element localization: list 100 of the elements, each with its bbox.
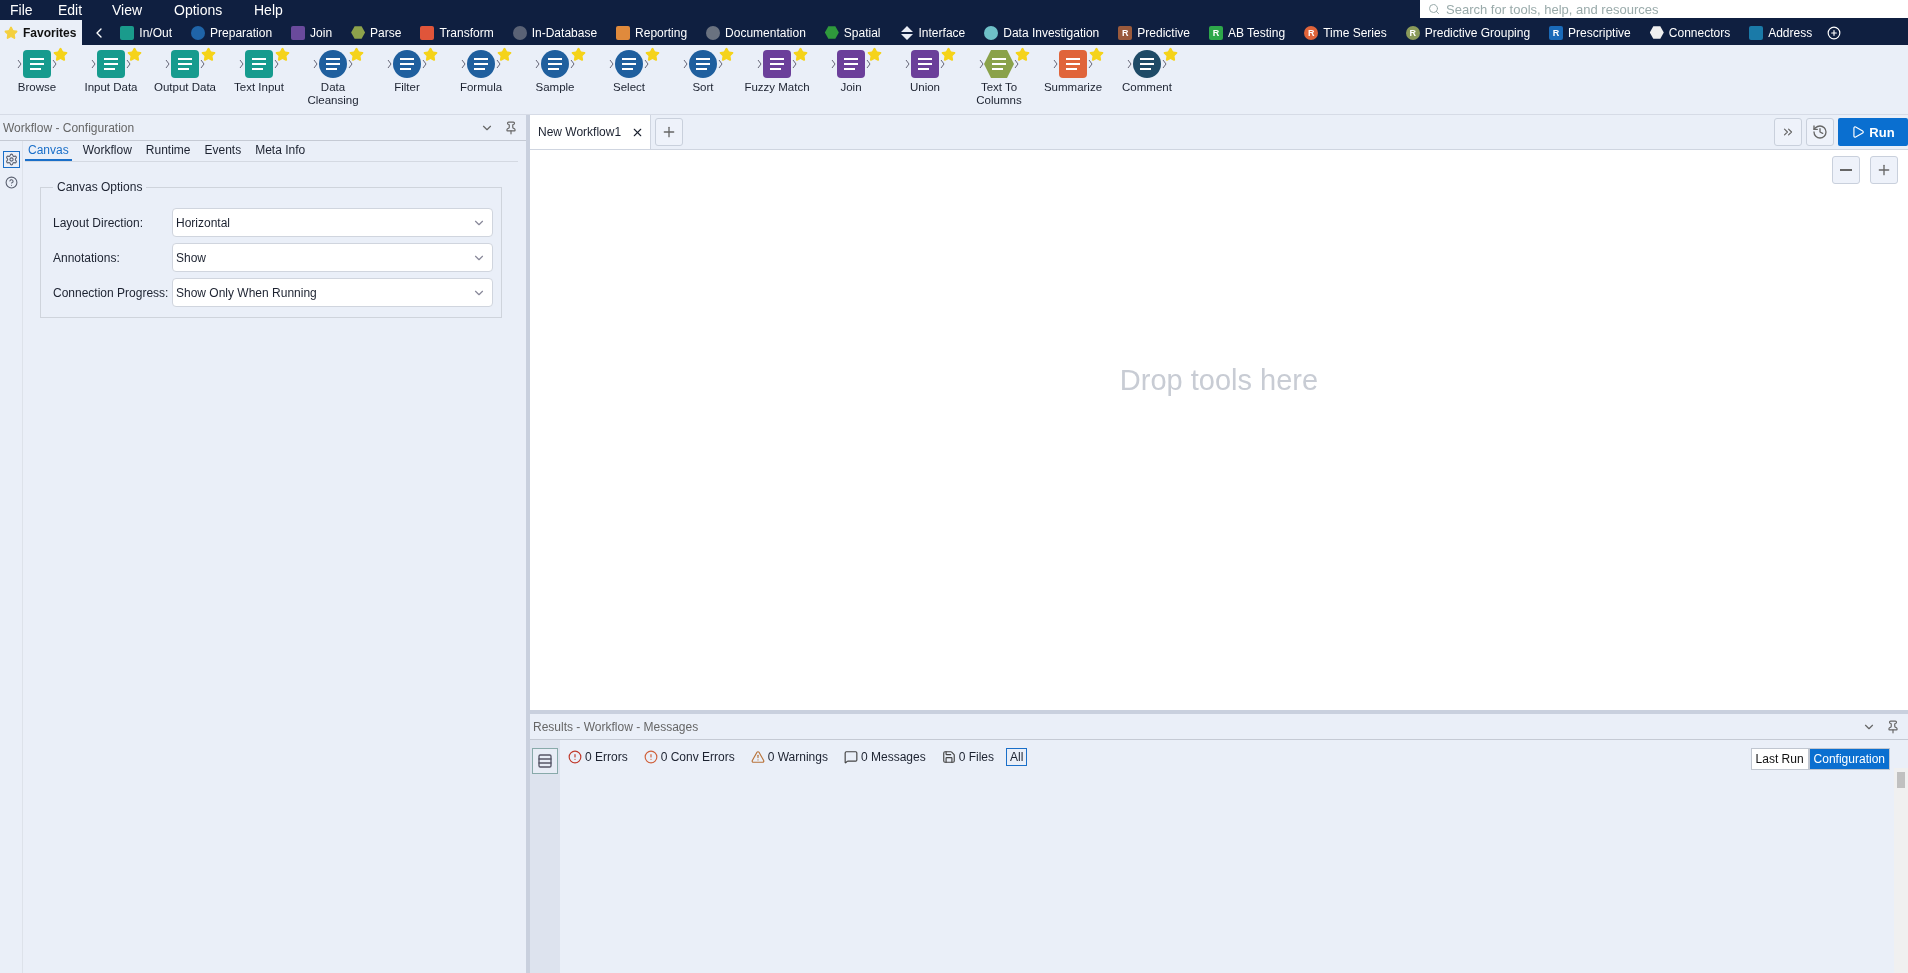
category-tab[interactable]: Favorites [0, 20, 83, 45]
expand-button[interactable] [1774, 118, 1802, 146]
star-icon[interactable] [1015, 47, 1030, 62]
view-toggle[interactable]: Configuration [1808, 748, 1890, 770]
message-filter[interactable]: 0 Errors [564, 748, 632, 766]
dropdown[interactable]: Show [172, 243, 493, 272]
star-icon[interactable] [497, 47, 512, 62]
settings-button[interactable] [2, 151, 20, 168]
tool-label: Input Data [83, 81, 139, 94]
category-tab[interactable]: Documentation [702, 20, 812, 45]
history-button[interactable] [1806, 118, 1834, 146]
badge-icon: R [1304, 25, 1319, 40]
menu-item[interactable]: Options [174, 2, 254, 18]
group-title: Canvas Options [56, 180, 144, 194]
star-icon[interactable] [275, 47, 290, 62]
config-tab[interactable]: Meta Info [252, 141, 309, 161]
workflow-tab[interactable]: New Workflow1 [530, 115, 652, 149]
save-icon [941, 750, 956, 764]
star-icon[interactable] [1163, 47, 1178, 62]
menu-item[interactable]: Edit [58, 2, 112, 18]
star-icon[interactable] [201, 47, 216, 62]
star-icon[interactable] [571, 47, 586, 62]
pin-icon[interactable] [504, 120, 518, 135]
message-filter[interactable]: 0 Conv Errors [639, 748, 739, 766]
config-tab[interactable]: Runtime [142, 141, 194, 161]
field-label: Annotations: [53, 250, 121, 265]
scrollbar[interactable] [1894, 768, 1908, 973]
history-icon [1812, 124, 1828, 140]
category-tab[interactable]: Data Investigation [980, 20, 1106, 45]
category-tab[interactable]: Transform [416, 20, 500, 45]
star-icon[interactable] [423, 47, 438, 62]
category-tab[interactable]: Spatial [820, 20, 887, 45]
star-icon [4, 25, 18, 40]
message-filter[interactable]: 0 Messages [839, 748, 930, 766]
category-tab[interactable]: R Prescriptive [1545, 20, 1637, 45]
config-tab[interactable]: Canvas [25, 141, 72, 161]
add-icon[interactable] [1827, 25, 1842, 40]
category-tab[interactable]: Parse [347, 20, 408, 45]
pin-icon[interactable] [1886, 719, 1900, 734]
category-tab[interactable]: Preparation [187, 20, 279, 45]
badge-icon: R [1549, 25, 1564, 40]
star-icon[interactable] [867, 47, 882, 62]
tool-label: Filter [393, 81, 421, 94]
menu-item[interactable]: Help [254, 2, 314, 18]
menu-item[interactable]: View [112, 2, 174, 18]
category-tab[interactable]: In-Database [508, 20, 604, 45]
config-tab[interactable]: Events [201, 141, 245, 161]
star-icon[interactable] [793, 47, 808, 62]
list-view-button[interactable] [532, 748, 558, 774]
star-icon[interactable] [1089, 47, 1104, 62]
tool-label: Summarize [1042, 81, 1104, 94]
warning-icon [750, 750, 765, 764]
new-tab-button[interactable] [655, 118, 684, 146]
tool-label: Sort [691, 81, 715, 94]
category-tab[interactable]: Address [1745, 20, 1819, 45]
tool-label: Union [908, 81, 942, 94]
category-tab[interactable]: R AB Testing [1205, 20, 1292, 45]
tool-label: Sample [534, 81, 576, 94]
tool-label: Join [839, 81, 863, 94]
zoom-in-button[interactable] [1870, 156, 1898, 184]
category-tab[interactable]: Join [287, 20, 339, 45]
category-tab[interactable]: R Predictive Grouping [1401, 20, 1537, 45]
badge-icon: R [1118, 25, 1133, 40]
star-icon[interactable] [645, 47, 660, 62]
minus-icon [1840, 169, 1852, 171]
star-icon[interactable] [719, 47, 734, 62]
message-filter[interactable]: 0 Files [937, 748, 998, 766]
search-placeholder: Search for tools, help, and resources [1446, 1, 1659, 17]
message-filter[interactable]: 0 Warnings [746, 748, 832, 766]
category-tab[interactable]: Interface [895, 20, 972, 45]
dropdown[interactable]: Horizontal [172, 208, 493, 237]
tool-label: Formula [458, 81, 504, 94]
star-icon[interactable] [941, 47, 956, 62]
zoom-out-button[interactable] [1832, 156, 1860, 184]
badge-icon: R [1209, 25, 1223, 40]
tool-label: Data Cleansing [306, 81, 360, 107]
category-tab[interactable]: In/Out [116, 20, 179, 45]
tool-label: Text To Columns [975, 81, 1023, 107]
panel-title: Workflow - Configuration [3, 120, 136, 135]
view-toggle[interactable]: Last Run [1750, 748, 1809, 770]
star-icon[interactable] [349, 47, 364, 62]
panel-title: Results - Workflow - Messages [533, 719, 700, 734]
message-icon [843, 750, 858, 764]
dropdown[interactable]: Show Only When Running [172, 278, 493, 307]
menu-item[interactable]: File [10, 2, 58, 18]
category-tab[interactable]: R Time Series [1300, 20, 1393, 45]
star-icon[interactable] [127, 47, 142, 62]
category-tab[interactable]: Connectors [1645, 20, 1737, 45]
config-tab[interactable]: Workflow [79, 141, 135, 161]
search-icon [1428, 3, 1440, 15]
star-icon[interactable] [53, 47, 68, 62]
error-icon [568, 750, 582, 764]
category-tab[interactable]: R Predictive [1114, 20, 1196, 45]
tool-label: Select [612, 81, 646, 94]
run-button[interactable]: Run [1838, 118, 1908, 146]
play-icon [1851, 125, 1866, 139]
tool-label: Text Input [233, 81, 285, 94]
help-button[interactable] [2, 174, 20, 191]
category-tab[interactable]: Reporting [612, 20, 694, 45]
message-filter[interactable]: All [1006, 748, 1028, 766]
